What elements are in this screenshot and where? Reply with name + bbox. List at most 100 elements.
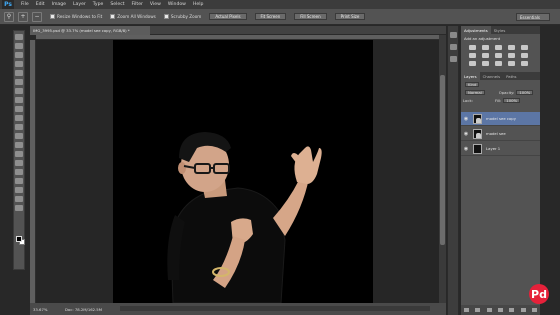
- dodge-tool-icon[interactable]: [15, 151, 23, 157]
- document-canvas[interactable]: [113, 40, 373, 303]
- link-layers-icon[interactable]: [464, 308, 470, 312]
- menu-window[interactable]: Window: [168, 2, 186, 7]
- fx-icon[interactable]: [475, 308, 481, 312]
- healing-tool-icon[interactable]: [15, 88, 23, 94]
- layers-panel: Layers Channels Paths Kind Normal Opacit…: [461, 72, 540, 315]
- new-group-icon[interactable]: [509, 308, 515, 312]
- zoom-tool-icon[interactable]: [15, 205, 23, 211]
- tab-channels[interactable]: Channels: [480, 72, 504, 80]
- gradient-map-icon[interactable]: [508, 61, 515, 66]
- menu-select[interactable]: Select: [110, 2, 124, 7]
- menu-image[interactable]: Image: [52, 2, 66, 7]
- marquee-tool-icon[interactable]: [15, 43, 23, 49]
- fit-screen-button[interactable]: Fit Screen: [254, 13, 287, 20]
- checkbox-icon: [110, 14, 116, 19]
- eye-icon[interactable]: ◉: [463, 146, 469, 152]
- zoom-all-checkbox[interactable]: Zoom All Windows: [110, 14, 156, 19]
- photo-filter-icon[interactable]: [508, 53, 515, 58]
- levels-icon[interactable]: [482, 45, 489, 50]
- blur-tool-icon[interactable]: [15, 142, 23, 148]
- posterize-icon[interactable]: [482, 61, 489, 66]
- eraser-tool-icon[interactable]: [15, 124, 23, 130]
- opacity-field[interactable]: 100%: [516, 89, 534, 95]
- selective-color-icon[interactable]: [521, 61, 528, 66]
- eye-icon[interactable]: ◉: [463, 116, 469, 122]
- curves-icon[interactable]: [495, 45, 502, 50]
- menu-help[interactable]: Help: [193, 2, 203, 7]
- foreground-color-swatch[interactable]: [16, 236, 22, 242]
- type-tool-icon[interactable]: [15, 169, 23, 175]
- print-size-button[interactable]: Print Size: [334, 13, 366, 20]
- menu-view[interactable]: View: [150, 2, 161, 7]
- shape-tool-icon[interactable]: [15, 187, 23, 193]
- zoom-level[interactable]: 33.67%: [33, 307, 55, 312]
- layer-row[interactable]: ◉ model see copy: [461, 112, 540, 126]
- actual-pixels-button[interactable]: Actual Pixels: [209, 13, 247, 20]
- trash-icon[interactable]: [531, 308, 537, 312]
- properties-icon[interactable]: [449, 44, 457, 50]
- layer-row[interactable]: ◉ Layer 1: [461, 142, 540, 156]
- adjustment-layer-icon[interactable]: [497, 308, 503, 312]
- exposure-icon[interactable]: [508, 45, 515, 50]
- gradient-tool-icon[interactable]: [15, 133, 23, 139]
- path-select-tool-icon[interactable]: [15, 178, 23, 184]
- menu-layer[interactable]: Layer: [73, 2, 86, 7]
- threshold-icon[interactable]: [495, 61, 502, 66]
- history-icon[interactable]: [449, 32, 457, 38]
- layer-name: model see copy: [486, 116, 516, 121]
- fill-label: Fill:: [494, 97, 502, 103]
- tab-adjustments[interactable]: Adjustments: [461, 26, 491, 34]
- info-icon[interactable]: [449, 56, 457, 62]
- vibrance-icon[interactable]: [521, 45, 528, 50]
- zoom-in-icon[interactable]: +: [18, 11, 28, 22]
- stamp-tool-icon[interactable]: [15, 106, 23, 112]
- fill-field[interactable]: 100%: [503, 97, 521, 103]
- vertical-scrollbar[interactable]: [439, 35, 446, 303]
- move-tool-icon[interactable]: [15, 34, 23, 40]
- tab-paths[interactable]: Paths: [503, 72, 519, 80]
- menu-filter[interactable]: Filter: [132, 2, 143, 7]
- zoom-out-icon[interactable]: −: [32, 11, 42, 22]
- tab-layers[interactable]: Layers: [461, 72, 480, 80]
- checkbox-icon: [163, 14, 169, 19]
- layers-tabs: Layers Channels Paths: [461, 72, 540, 80]
- black-white-icon[interactable]: [495, 53, 502, 58]
- layer-row[interactable]: ◉ model see: [461, 127, 540, 141]
- add-mask-icon[interactable]: [486, 308, 492, 312]
- menu-file[interactable]: File: [21, 2, 29, 7]
- scrubby-zoom-checkbox[interactable]: Scrubby Zoom: [163, 14, 201, 19]
- menu-type[interactable]: Type: [93, 2, 104, 7]
- checkbox-label: Zoom All Windows: [117, 14, 156, 19]
- menu-edit[interactable]: Edit: [36, 2, 45, 7]
- hand-tool-icon[interactable]: [15, 196, 23, 202]
- tab-styles[interactable]: Styles: [491, 26, 509, 34]
- blend-mode-select[interactable]: Normal: [465, 89, 485, 95]
- history-brush-tool-icon[interactable]: [15, 115, 23, 121]
- hue-saturation-icon[interactable]: [469, 53, 476, 58]
- pen-tool-icon[interactable]: [15, 160, 23, 166]
- opacity-label: Opacity:: [498, 89, 515, 95]
- new-layer-icon[interactable]: [520, 308, 526, 312]
- eyedropper-tool-icon[interactable]: [15, 79, 23, 85]
- quick-select-tool-icon[interactable]: [15, 61, 23, 67]
- zoom-tool-icon[interactable]: ⚲: [4, 11, 14, 22]
- crop-tool-icon[interactable]: [15, 70, 23, 76]
- brush-tool-icon[interactable]: [15, 97, 23, 103]
- horizontal-scrollbar[interactable]: [120, 306, 430, 311]
- document-tab[interactable]: IMG_3995.psd @ 33.7% (model see copy, RG…: [30, 26, 150, 35]
- photo-person: [167, 132, 322, 303]
- adjustments-tabs: Adjustments Styles: [461, 26, 540, 34]
- invert-icon[interactable]: [469, 61, 476, 66]
- layer-thumbnail: [473, 143, 482, 154]
- resize-windows-checkbox[interactable]: Resize Windows to Fit: [50, 14, 102, 19]
- eye-icon[interactable]: ◉: [463, 131, 469, 137]
- channel-mixer-icon[interactable]: [521, 53, 528, 58]
- fill-screen-button[interactable]: Fill Screen: [294, 13, 327, 20]
- brightness-contrast-icon[interactable]: [469, 45, 476, 50]
- scroll-thumb[interactable]: [440, 75, 445, 245]
- layer-filter-row: Kind: [461, 80, 540, 88]
- kind-filter-select[interactable]: Kind: [465, 81, 480, 87]
- color-balance-icon[interactable]: [482, 53, 489, 58]
- workspace-select[interactable]: Essentials: [516, 13, 550, 21]
- lasso-tool-icon[interactable]: [15, 52, 23, 58]
